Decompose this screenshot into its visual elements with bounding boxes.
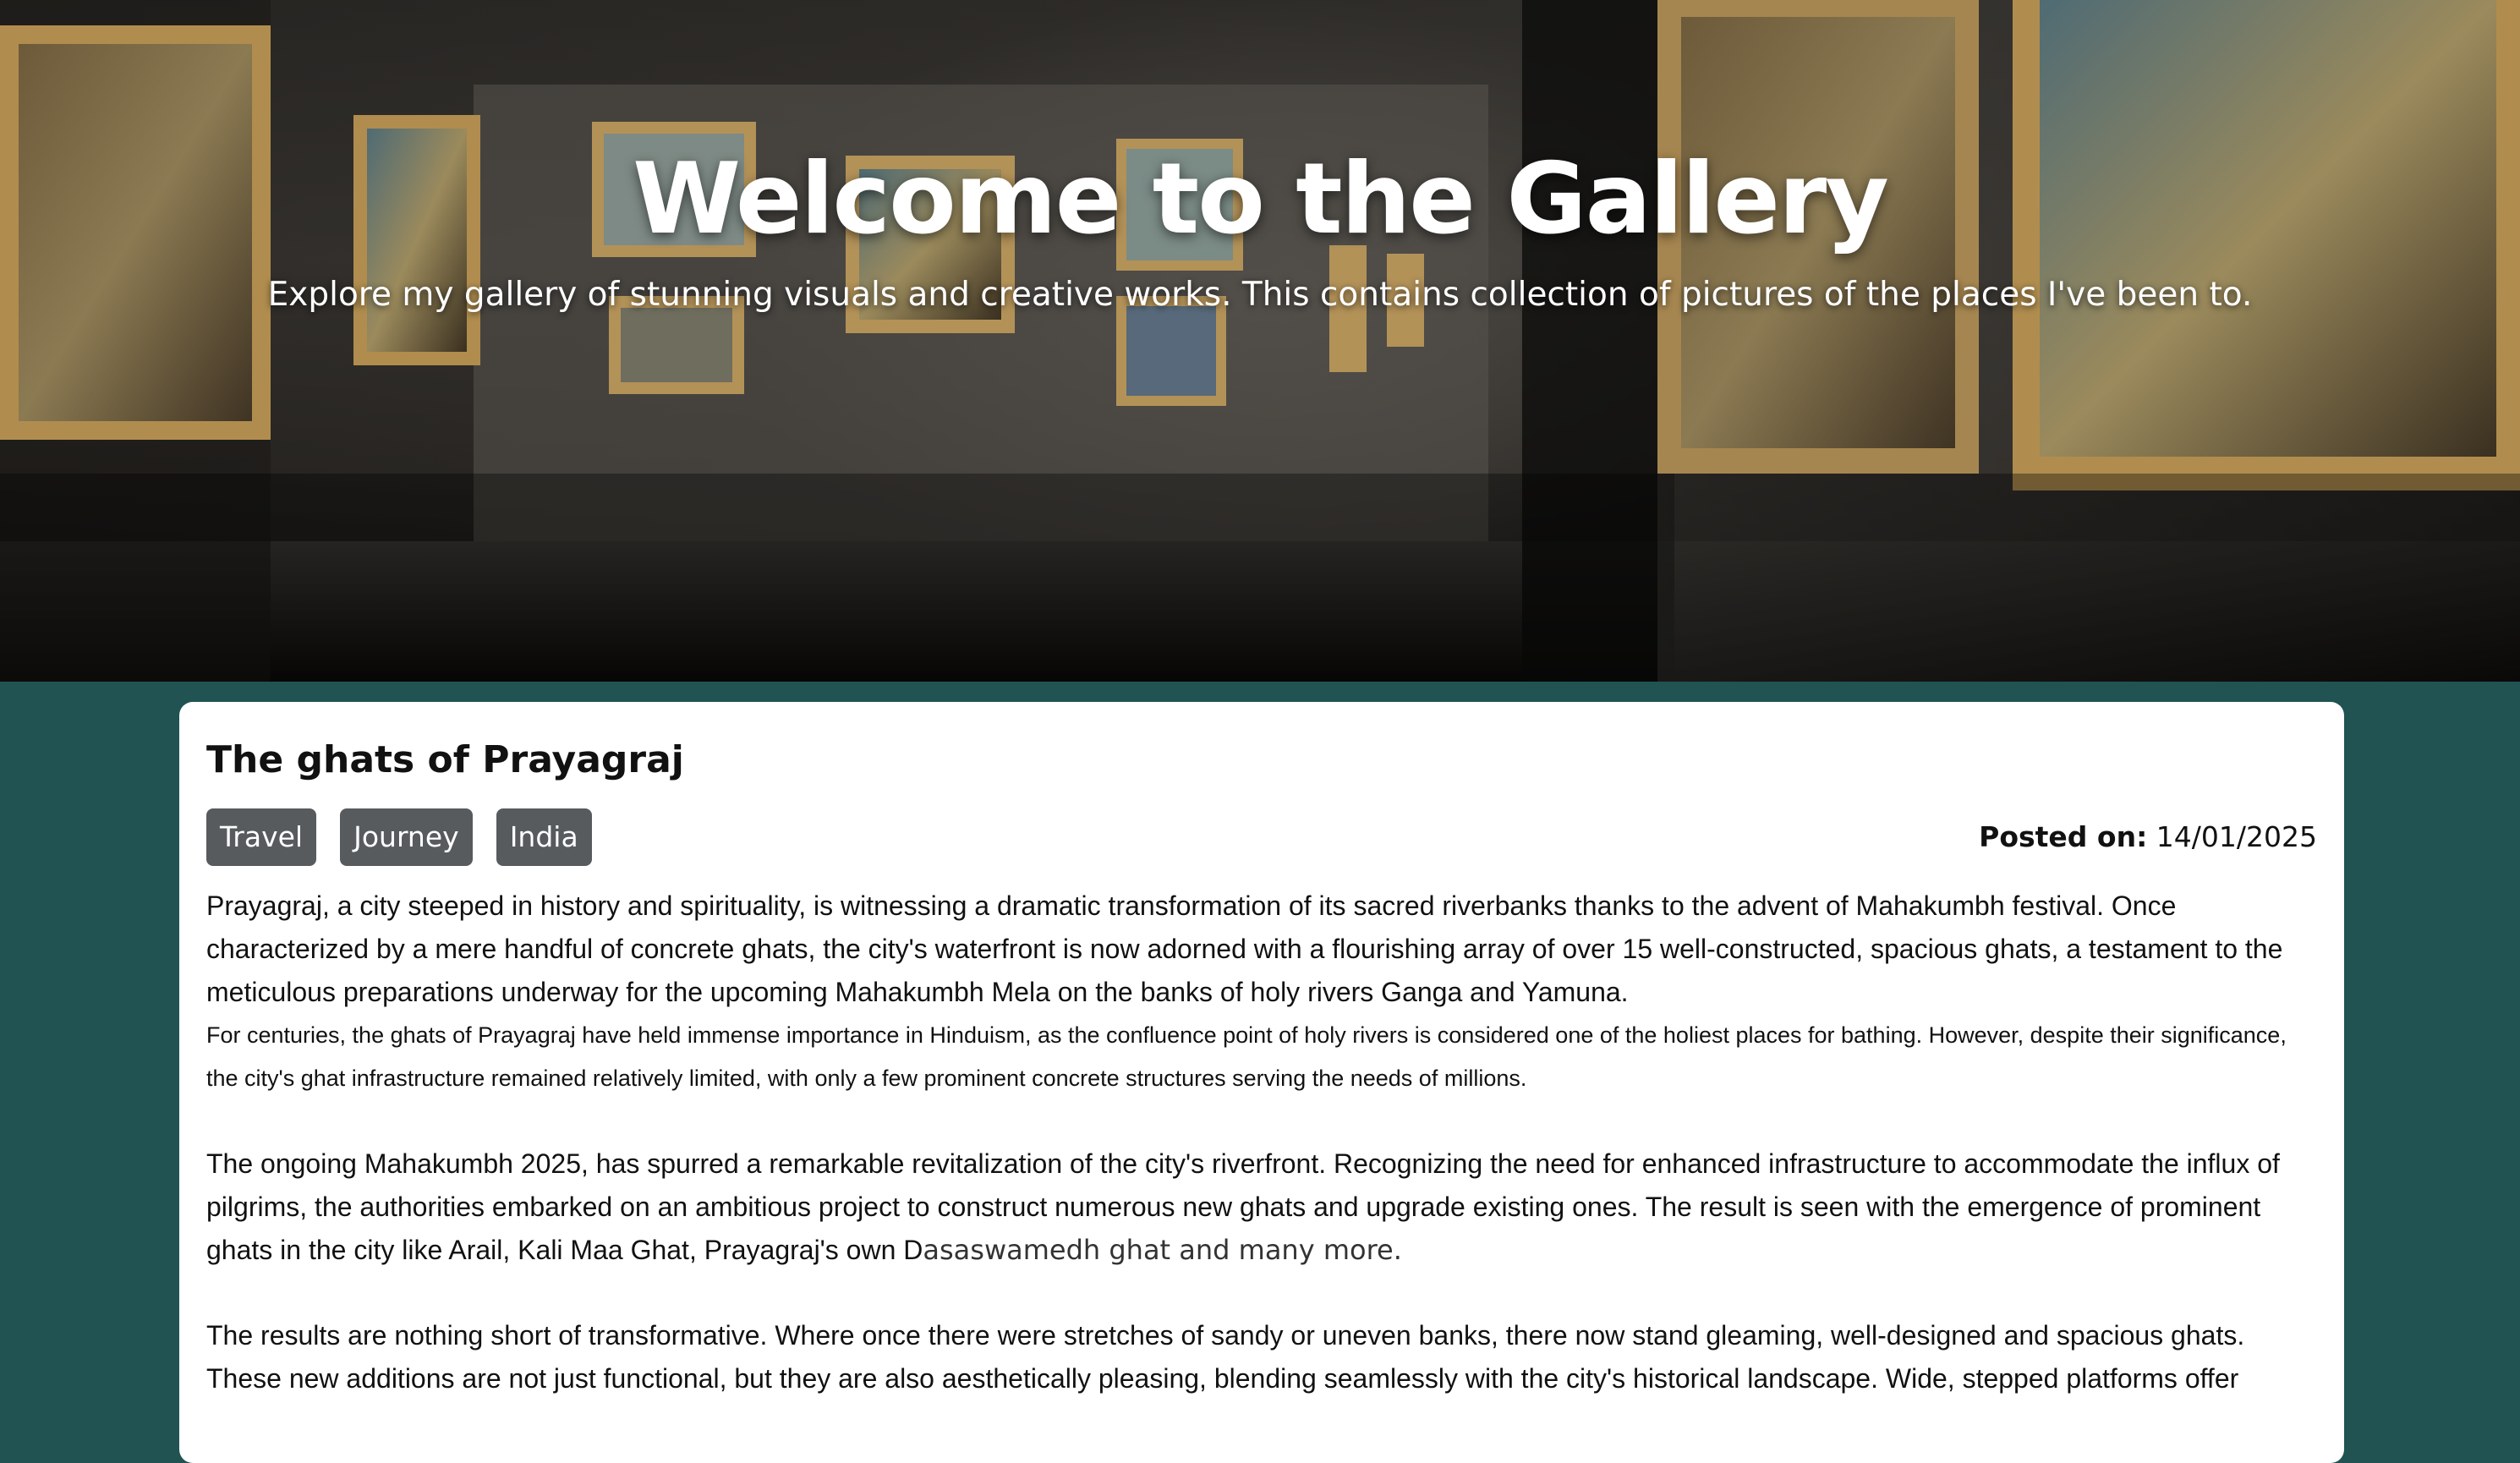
blog-post-card: The ghats of Prayagraj Travel Journey Indi…: [179, 702, 2344, 1463]
posted-label: Posted on:: [1979, 820, 2148, 853]
gallery-background-image: [0, 0, 2520, 682]
hero-subtitle: Explore my gallery of stunning visuals a…: [267, 276, 2253, 314]
hero-banner: Welcome to the Gallery Explore my galler…: [0, 0, 2520, 682]
post-title: The ghats of Prayagraj: [206, 738, 684, 781]
paragraph-4: The results are nothing short of transfo…: [206, 1320, 2245, 1394]
tag-travel[interactable]: Travel: [206, 808, 317, 866]
paragraph-2: For centuries, the ghats of Prayagraj ha…: [206, 1022, 2287, 1091]
tag-india[interactable]: India: [496, 808, 592, 866]
post-meta: Travel Journey India Posted on: 14/01/2025: [206, 808, 2317, 866]
post-body: Prayagraj, a city steeped in history and…: [206, 885, 2317, 1400]
tag-journey[interactable]: Journey: [340, 808, 473, 866]
paragraph-3-continuation: asaswamedh ghat and many more.: [923, 1234, 1402, 1266]
hero-title: Welcome to the Gallery: [633, 142, 1889, 256]
paragraph-1: Prayagraj, a city steeped in history and…: [206, 890, 2283, 1007]
posted-date-value: 14/01/2025: [2156, 820, 2317, 853]
posted-date: Posted on: 14/01/2025: [1979, 808, 2317, 866]
paragraph-3: The ongoing Mahakumbh 2025, has spurred …: [206, 1142, 2317, 1272]
